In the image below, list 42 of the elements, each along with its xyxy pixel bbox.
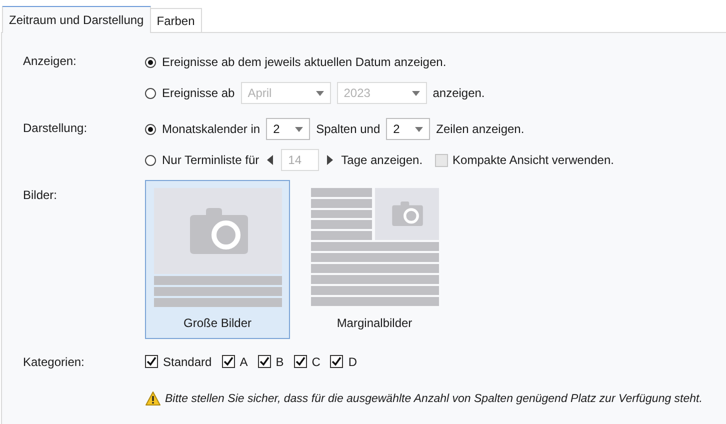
- layout-option[interactable]: Große Bilder: [145, 180, 290, 339]
- checkbox-label: C: [312, 354, 320, 368]
- radio-button[interactable]: [145, 88, 156, 98]
- camera-icon: [390, 201, 424, 227]
- dropdown[interactable]: 2: [386, 118, 430, 140]
- checkbox-label: D: [348, 354, 358, 368]
- section-label: Bilder:: [23, 187, 58, 204]
- checkbox[interactable]: [330, 355, 344, 368]
- checkbox[interactable]: [222, 355, 235, 368]
- caret-icon: [412, 90, 420, 96]
- checkbox-label: B: [276, 354, 284, 368]
- radio-button[interactable]: [145, 56, 156, 68]
- option-label: Monatskalender in: [162, 122, 260, 136]
- option-label: Ereignisse ab: [162, 86, 235, 100]
- caret-icon: [415, 126, 424, 132]
- dropdown[interactable]: 2: [266, 118, 310, 140]
- layout-option[interactable]: Marginalbilder: [302, 180, 447, 339]
- option-label: anzeigen.: [432, 86, 485, 100]
- caret-icon: [316, 90, 324, 96]
- checkbox[interactable]: [258, 355, 271, 368]
- radio-button[interactable]: [145, 154, 156, 166]
- section-label: Darstellung:: [23, 120, 88, 137]
- caret-icon: [295, 126, 304, 132]
- section-label: Anzeigen:: [23, 53, 78, 70]
- option-label: Spalten und: [316, 122, 380, 136]
- section-label: Kategorien:: [23, 354, 86, 369]
- option-label: Tage anzeigen.: [341, 153, 423, 167]
- option-label: Nur Terminliste für: [162, 153, 260, 167]
- right-arrow-icon[interactable]: [327, 155, 334, 165]
- left-arrow-icon[interactable]: [267, 155, 274, 165]
- warning-text: Bitte stellen Sie sicher, dass für die ausgewählte Anzahl von Spalten genügend Platz zur Verfügung steht.: [165, 392, 702, 404]
- checkbox[interactable]: [294, 355, 307, 368]
- option-label: Zeilen anzeigen.: [436, 122, 524, 136]
- checkbox-label: Standard: [163, 354, 212, 368]
- checkbox-label: Kompakte Ansicht verwenden.: [452, 153, 614, 167]
- tab[interactable]: Zeitraum und Darstellung: [2, 6, 151, 33]
- checkbox[interactable]: [145, 355, 158, 368]
- checkbox-label: A: [240, 354, 248, 368]
- option-label: Ereignisse ab dem jeweils aktuellen Datum anzeigen.: [162, 55, 446, 69]
- radio-button[interactable]: [145, 124, 156, 134]
- tab[interactable]: Farben: [150, 8, 202, 32]
- warning-icon: [145, 391, 161, 406]
